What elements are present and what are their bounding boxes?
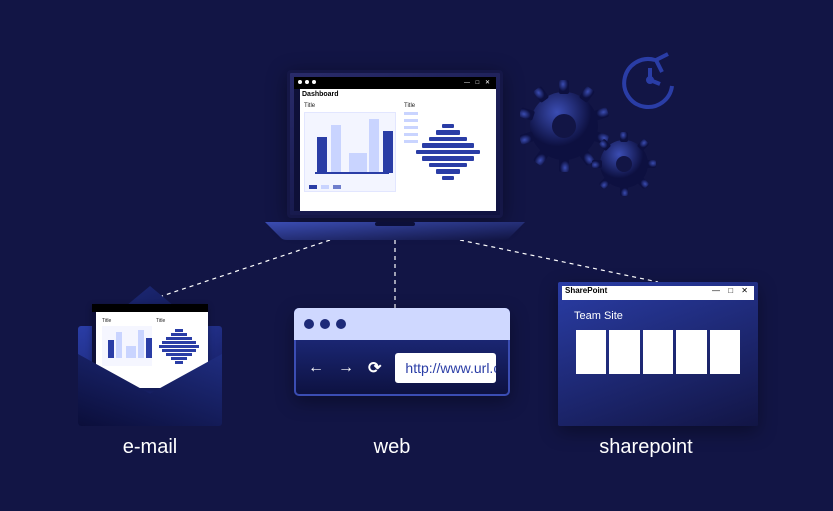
label-sharepoint: sharepoint (546, 436, 746, 459)
sharepoint-site-title: Team Site (574, 310, 623, 322)
bar-chart (304, 112, 396, 192)
dashboard-title: Dashboard (302, 91, 339, 98)
browser-dot-icon (320, 319, 330, 329)
web-browser-illustration: ← → ⟳ http://www.url.com/fo (294, 308, 510, 396)
laptop-illustration: — □ ✕ Dashboard Title Title (265, 70, 525, 240)
refresh-clock-icon (624, 54, 672, 107)
sharepoint-titlebar: SharePoint — □ ✕ (562, 286, 754, 300)
gear-large-icon (520, 80, 609, 172)
browser-dot-icon (304, 319, 314, 329)
forward-icon[interactable]: → (338, 359, 354, 377)
dashboard-right-panel: Title (404, 103, 492, 207)
doc-chart2-title: Title (156, 318, 202, 324)
window-titlebar: — □ ✕ (294, 77, 496, 89)
tile (643, 330, 673, 374)
email-illustration: Title Title (78, 286, 222, 426)
sharepoint-tiles (576, 330, 740, 374)
laptop-base (265, 218, 525, 240)
back-icon[interactable]: ← (308, 359, 324, 377)
dashboard-body: Dashboard Title Title (294, 89, 496, 211)
tile (609, 330, 639, 374)
gear-small-icon (592, 132, 656, 196)
automation-icon (520, 46, 680, 206)
chart2-title: Title (404, 103, 492, 109)
window-controls-icon: — □ ✕ (712, 286, 751, 295)
url-text: http://www.url.com/fo (405, 360, 496, 376)
doc-chart1-title: Title (102, 318, 152, 324)
sharepoint-illustration: SharePoint — □ ✕ Team Site (558, 282, 758, 426)
url-bar[interactable]: http://www.url.com/fo (395, 353, 496, 383)
doc-bar-chart (102, 326, 152, 366)
tile (676, 330, 706, 374)
window-controls-icon: — □ ✕ (464, 79, 492, 86)
chart1-title: Title (304, 103, 396, 109)
reload-icon[interactable]: ⟳ (368, 358, 381, 378)
doc-pyramid-chart (156, 326, 202, 366)
label-email: e-mail (50, 436, 250, 459)
laptop-screen: — □ ✕ Dashboard Title Title (287, 70, 503, 218)
tile (710, 330, 740, 374)
pyramid-chart (404, 112, 492, 192)
dashboard-sidebar (294, 89, 300, 211)
window-dots-icon (298, 80, 316, 84)
tile (576, 330, 606, 374)
browser-dot-icon (336, 319, 346, 329)
dashboard-left-panel: Title (304, 103, 396, 207)
sharepoint-app-title: SharePoint (565, 286, 607, 295)
browser-nav-bar: ← → ⟳ http://www.url.com/fo (294, 340, 510, 396)
browser-tab-bar (294, 308, 510, 340)
label-web: web (292, 436, 492, 459)
